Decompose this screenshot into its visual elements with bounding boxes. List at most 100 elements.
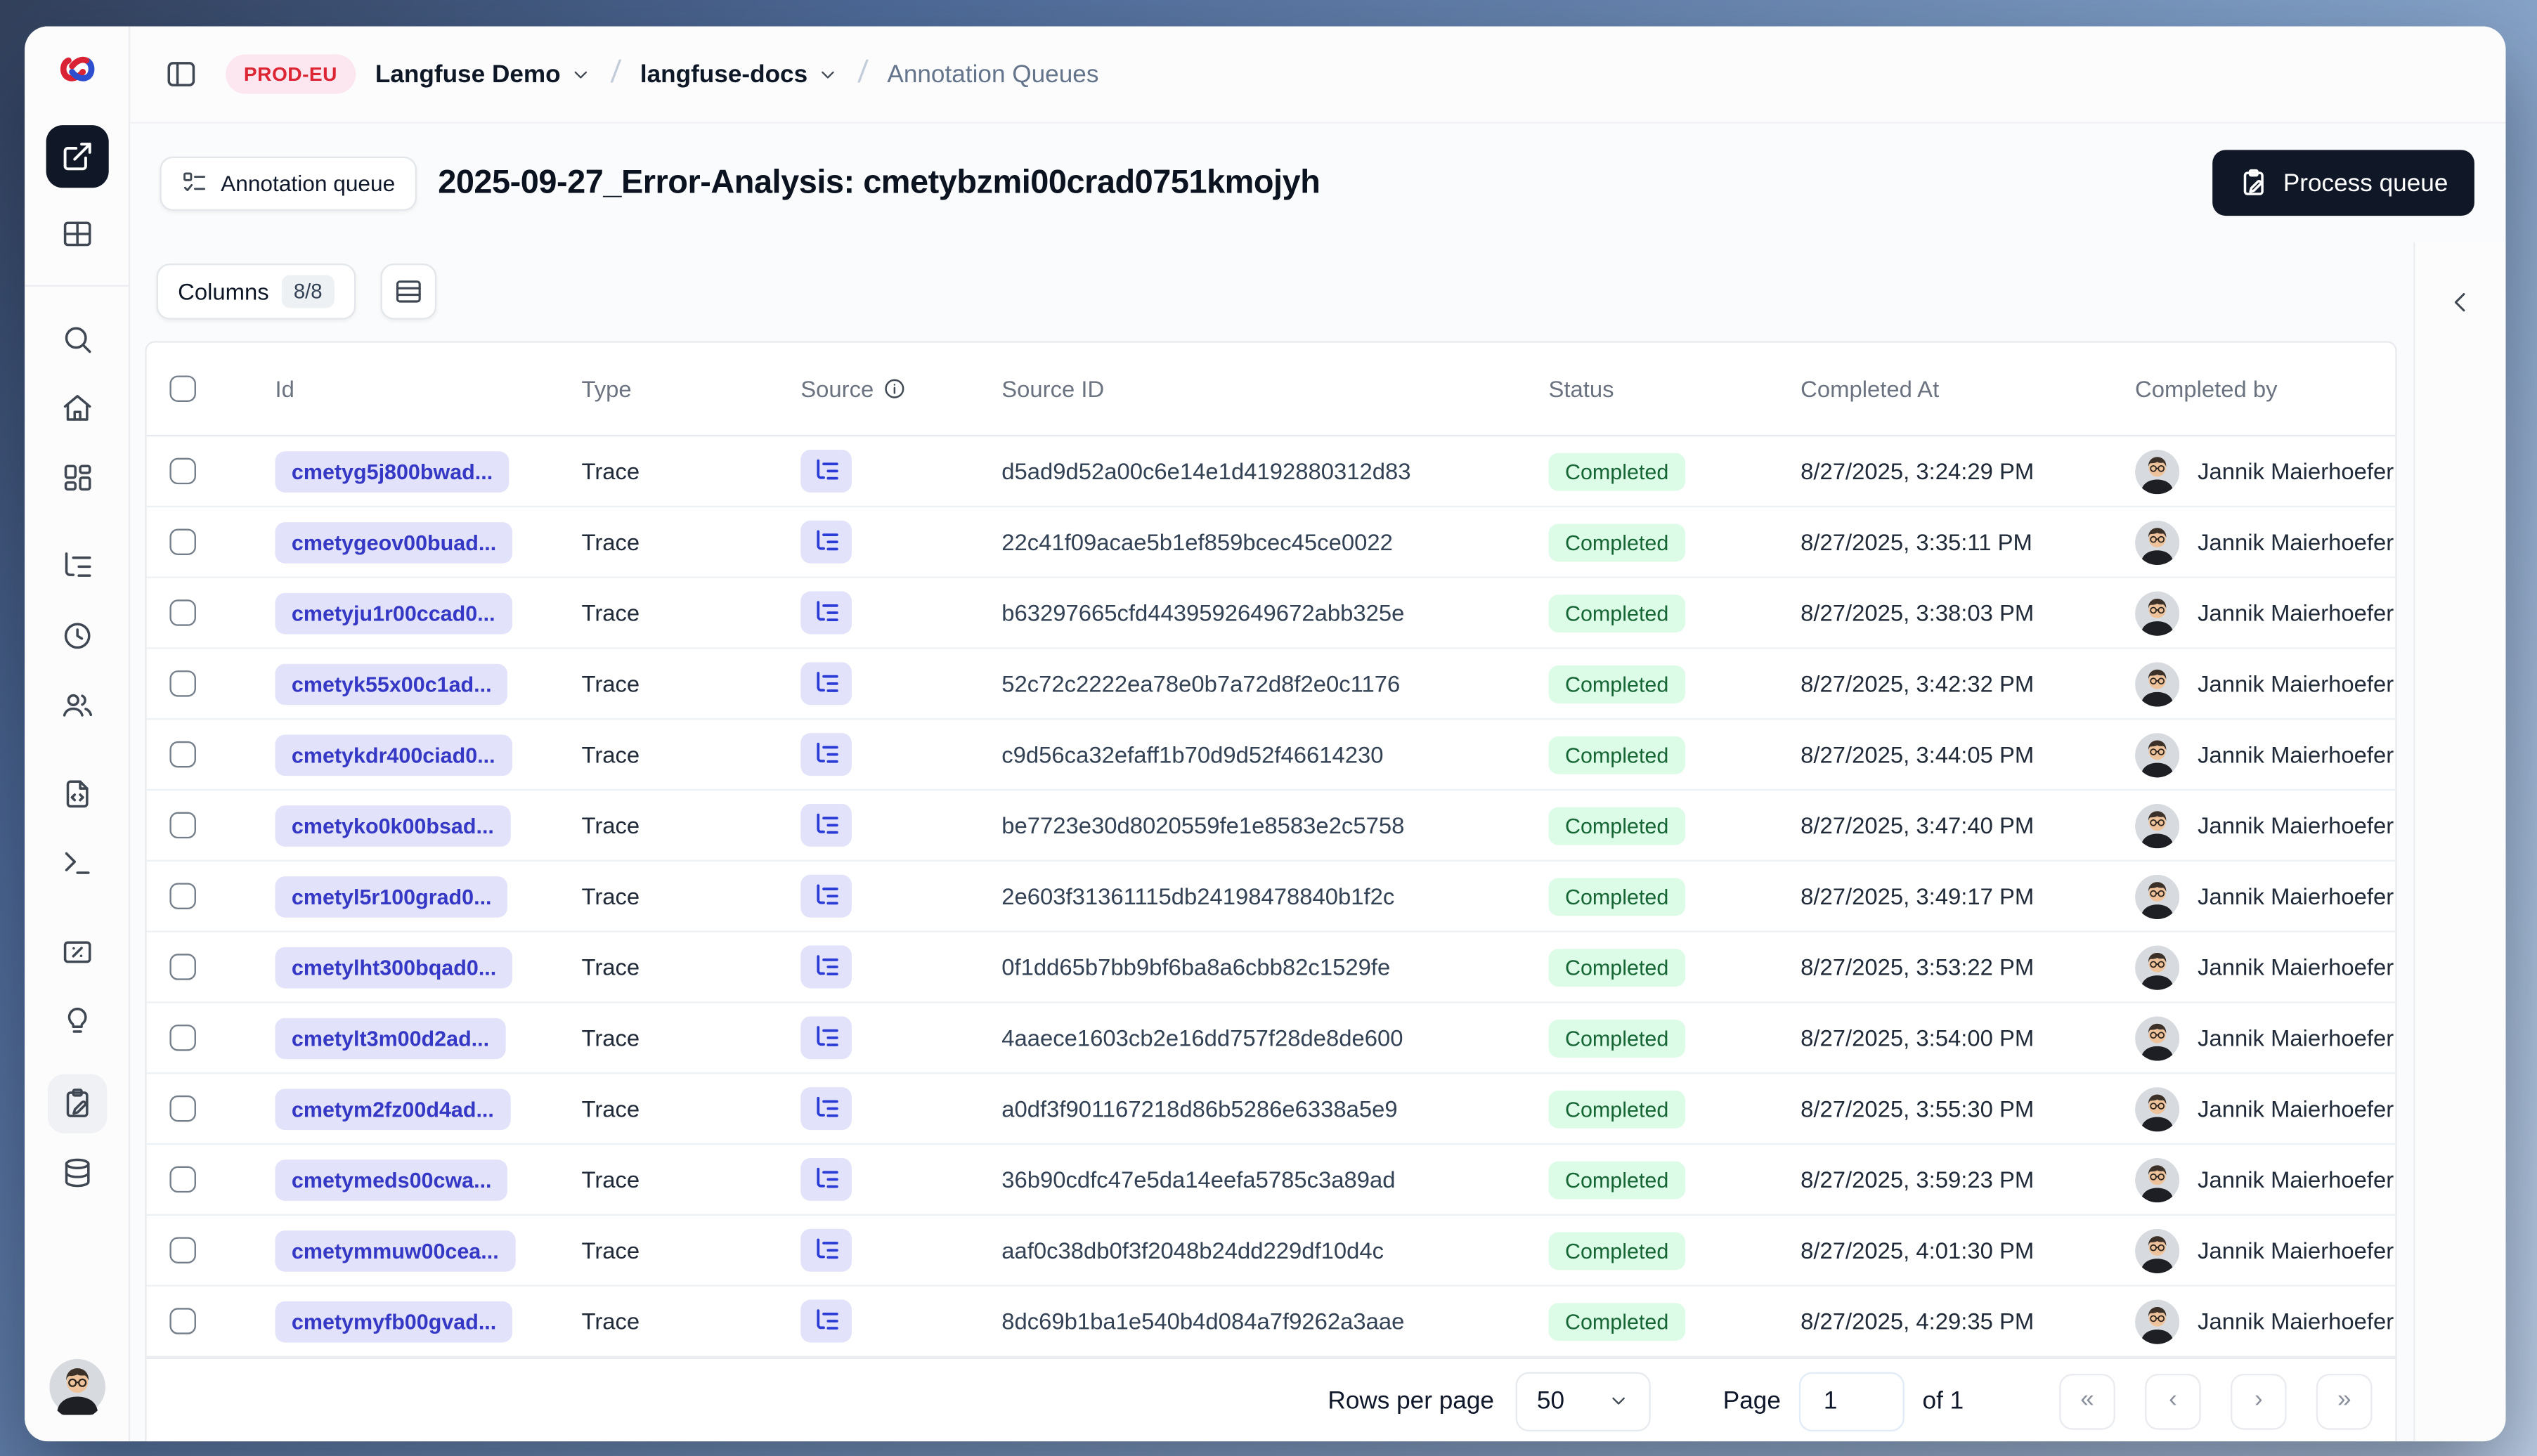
table-row[interactable]: cmetymyfb00gvad... Trace 8dc69b1ba1e540b…: [146, 1287, 2396, 1358]
status-badge: Completed: [1548, 594, 1685, 632]
source-trace-button[interactable]: [800, 662, 852, 706]
sidebar-item-sessions[interactable]: [47, 606, 106, 665]
sidebar-item-evaluation[interactable]: [47, 992, 106, 1051]
select-all-checkbox[interactable]: [169, 375, 196, 402]
source-trace-button[interactable]: [800, 1016, 852, 1060]
row-checkbox[interactable]: [169, 670, 196, 697]
item-id-link[interactable]: cmetylht300bqad0...: [275, 946, 513, 988]
row-checkbox[interactable]: [169, 599, 196, 626]
row-checkbox[interactable]: [169, 1095, 196, 1122]
trace-tree-icon: [816, 813, 838, 834]
trace-tree-icon: [816, 884, 838, 905]
process-queue-button[interactable]: Process queue: [2212, 150, 2474, 216]
item-id-link[interactable]: cmetylt3m00d2ad...: [275, 1017, 506, 1059]
source-trace-button[interactable]: [800, 803, 852, 847]
row-completed-at: 8/27/2025, 3:59:23 PM: [1800, 1166, 2035, 1193]
table-row[interactable]: cmetymmuw00cea... Trace aaf0c38db0f3f204…: [146, 1216, 2396, 1287]
table-row[interactable]: cmetymeds00cwa... Trace 36b90cdfc47e5da1…: [146, 1145, 2396, 1216]
row-height-button[interactable]: [379, 264, 436, 320]
project-selector[interactable]: langfuse-docs: [640, 60, 839, 88]
first-page-button[interactable]: «: [2059, 1372, 2115, 1429]
row-checkbox[interactable]: [169, 954, 196, 980]
open-external-button[interactable]: [45, 125, 108, 188]
source-trace-button[interactable]: [800, 874, 852, 918]
sidebar-item-tables[interactable]: [47, 204, 106, 264]
table-row[interactable]: cmetym2fz00d4ad... Trace a0df3f901167218…: [146, 1074, 2396, 1145]
last-page-button[interactable]: »: [2316, 1372, 2373, 1429]
sidebar-item-tracing[interactable]: [47, 537, 106, 596]
item-id-link[interactable]: cmetygeov00buad...: [275, 521, 513, 563]
row-type: Trace: [581, 812, 640, 839]
item-id-link[interactable]: cmetyju1r00ccad0...: [275, 592, 512, 634]
row-checkbox[interactable]: [169, 1025, 196, 1051]
row-completed-by: Jannik Maierhoefer: [2198, 1308, 2394, 1334]
sidebar-item-playground[interactable]: [47, 833, 106, 892]
source-trace-button[interactable]: [800, 1087, 852, 1131]
sidebar-item-search[interactable]: [47, 310, 106, 369]
sidebar-toggle-button[interactable]: [157, 49, 206, 98]
sidebar-item-scores[interactable]: [47, 923, 106, 982]
row-checkbox[interactable]: [169, 457, 196, 485]
row-type: Trace: [581, 457, 640, 485]
database-icon: [64, 1158, 89, 1188]
item-id-link[interactable]: cmetymyfb00gvad...: [275, 1300, 513, 1342]
table-row[interactable]: cmetyk55x00c1ad... Trace 52c72c2222ea78e…: [146, 649, 2396, 720]
source-trace-button[interactable]: [800, 1299, 852, 1343]
row-checkbox[interactable]: [169, 883, 196, 909]
rows-per-page-label: Rows per page: [1328, 1386, 1494, 1415]
row-checkbox[interactable]: [169, 741, 196, 768]
breadcrumb-page: Annotation Queues: [887, 60, 1099, 89]
item-id-link[interactable]: cmetyg5j800bwad...: [275, 450, 510, 492]
source-trace-button[interactable]: [800, 1157, 852, 1201]
item-id-link[interactable]: cmetyl5r100grad0...: [275, 875, 508, 917]
row-checkbox[interactable]: [169, 1237, 196, 1263]
source-trace-button[interactable]: [800, 449, 852, 493]
column-header-status: Status: [1548, 375, 1614, 402]
item-id-link[interactable]: cmetym2fz00d4ad...: [275, 1088, 511, 1129]
table-row[interactable]: cmetyju1r00ccad0... Trace b63297665cfd44…: [146, 578, 2396, 649]
next-page-button[interactable]: ›: [2230, 1372, 2287, 1429]
source-trace-button[interactable]: [800, 945, 852, 989]
source-trace-button[interactable]: [800, 1228, 852, 1272]
item-id-link[interactable]: cmetyk55x00c1ad...: [275, 663, 509, 705]
avatar: [2135, 732, 2180, 777]
sidebar-item-annotation-queues[interactable]: [46, 1074, 107, 1133]
table-row[interactable]: cmetylt3m00d2ad... Trace 4aaece1603cb2e1…: [146, 1003, 2396, 1074]
item-id-link[interactable]: cmetymmuw00cea...: [275, 1229, 516, 1271]
source-trace-button[interactable]: [800, 520, 852, 564]
table-row[interactable]: cmetygeov00buad... Trace 22c41f09acae5b1…: [146, 507, 2396, 578]
previous-page-button[interactable]: ‹: [2145, 1372, 2201, 1429]
sidebar-item-users[interactable]: [47, 675, 106, 734]
row-type: Trace: [581, 1237, 640, 1263]
page-number-input[interactable]: 1: [1798, 1371, 1905, 1431]
table-row[interactable]: cmetyko0k00bsad... Trace be7723e30d80205…: [146, 791, 2396, 862]
item-id-link[interactable]: cmetymeds00cwa...: [275, 1159, 508, 1200]
collapse-panel-button[interactable]: [2437, 278, 2484, 325]
sidebar-item-dashboards[interactable]: [47, 448, 106, 507]
sidebar-item-datasets[interactable]: [47, 1143, 106, 1202]
column-header-completed-by: Completed by: [2135, 375, 2278, 402]
sidebar-item-home[interactable]: [47, 379, 106, 438]
sidebar-item-prompts[interactable]: [47, 765, 106, 824]
user-avatar-button[interactable]: [48, 1358, 105, 1415]
table-row[interactable]: cmetylht300bqad0... Trace 0f1dd65b7bb9bf…: [146, 932, 2396, 1003]
row-checkbox[interactable]: [169, 812, 196, 839]
source-trace-button[interactable]: [800, 591, 852, 635]
table-footer: Rows per page 50 Page 1 of 1 « ‹ › »: [146, 1357, 2396, 1442]
table-row[interactable]: cmetyl5r100grad0... Trace 2e603f31361115…: [146, 862, 2396, 932]
item-id-link[interactable]: cmetyko0k00bsad...: [275, 805, 511, 846]
org-selector[interactable]: Langfuse Demo: [375, 60, 592, 88]
row-checkbox[interactable]: [169, 1308, 196, 1334]
column-header-source: Source: [800, 375, 1001, 402]
row-completed-by: Jannik Maierhoefer: [2198, 457, 2394, 485]
home-icon: [63, 395, 91, 421]
source-trace-button[interactable]: [800, 733, 852, 776]
table-row[interactable]: cmetyg5j800bwad... Trace d5ad9d52a00c6e1…: [146, 436, 2396, 507]
columns-button[interactable]: Columns 8/8: [156, 264, 356, 320]
row-checkbox[interactable]: [169, 528, 196, 555]
table-toolbar: Columns 8/8: [130, 242, 2413, 342]
row-checkbox[interactable]: [169, 1166, 196, 1193]
item-id-link[interactable]: cmetykdr400ciad0...: [275, 734, 512, 775]
rows-per-page-select[interactable]: 50: [1515, 1371, 1651, 1431]
table-row[interactable]: cmetykdr400ciad0... Trace c9d56ca32efaff…: [146, 720, 2396, 791]
